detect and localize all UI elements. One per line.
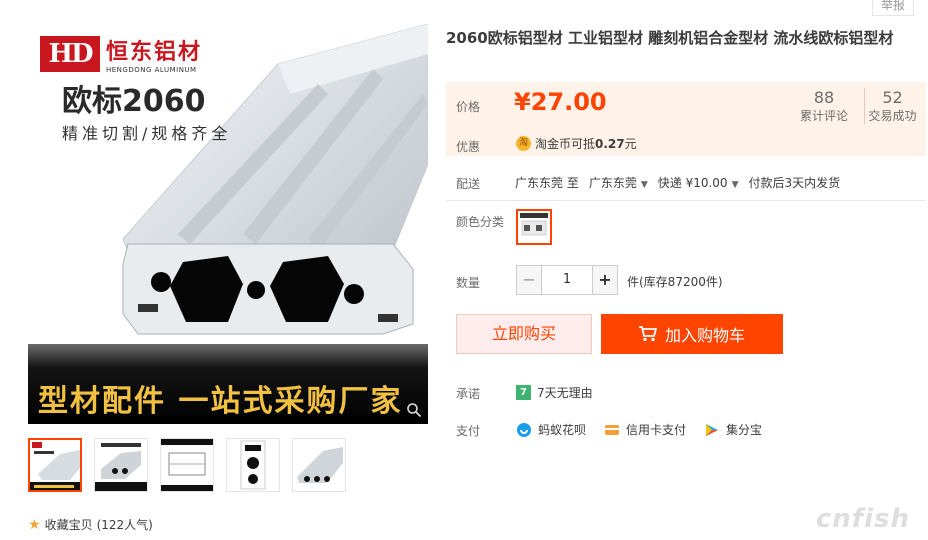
report-link[interactable]: 举报 [871, 0, 914, 16]
quantity-decrease-button[interactable]: − [516, 265, 542, 295]
thumbnail-4-image [240, 440, 266, 490]
add-to-cart-label: 加入购物车 [664, 326, 745, 345]
favorite-button[interactable]: ★ 收藏宝贝 (122人气) [28, 516, 153, 533]
review-label: 累计评论 [800, 109, 849, 123]
thumbnail-5[interactable] [292, 438, 346, 492]
price-panel: 价格 ¥27.00 88 累计评论 52 交易成功 优惠 淘 淘金币可抵0.27… [446, 82, 926, 156]
promo-info: 淘 淘金币可抵0.27元 [516, 135, 637, 152]
product-page: HD 恒东铝材 HENGDONG ALUMINUM 欧标2060 精准切割/规格… [0, 0, 928, 540]
seven-day-icon: 7 [516, 385, 531, 400]
ship-method-select[interactable]: 快递 ¥10.00 ▼ [658, 174, 739, 191]
ship-to-select[interactable]: 广东东莞 ▼ [589, 174, 648, 191]
brand-logo: HD 恒东铝材 HENGDONG ALUMINUM [40, 34, 202, 74]
site-watermark: cnfish [815, 504, 910, 534]
quantity-increase-button[interactable]: + [592, 265, 618, 295]
shipping-label: 配送 [456, 177, 481, 191]
jifenbao-icon [706, 423, 719, 436]
thumbnail-2[interactable] [94, 438, 148, 492]
color-option-image [520, 213, 548, 236]
quantity-label: 数量 [456, 276, 481, 290]
thumbnail-1-image [30, 442, 80, 490]
favorite-count: (122人气) [96, 518, 153, 532]
thumbnail-2-image [95, 443, 147, 491]
chevron-down-icon: ▼ [731, 180, 739, 190]
promise-info[interactable]: 7 7天无理由 [516, 384, 593, 401]
divider [446, 200, 926, 201]
promo-text: 淘金币可抵0.27元 [535, 137, 637, 151]
review-stat[interactable]: 88 累计评论 [800, 88, 848, 124]
promo-label: 优惠 [456, 140, 481, 154]
ship-time: 付款后3天内发货 [748, 176, 841, 190]
add-to-cart-button[interactable]: 加入购物车 [601, 314, 783, 354]
taobao-coin-icon: 淘 [516, 136, 531, 151]
promise-text: 7天无理由 [537, 386, 593, 400]
zoom-icon[interactable] [406, 402, 422, 418]
thumbnail-5-image [297, 447, 343, 483]
sales-stat: 52 交易成功 [864, 88, 920, 124]
credit-card-icon [605, 424, 620, 435]
quantity-stepper: − 1 + [516, 265, 618, 295]
brand-name-en: HENGDONG ALUMINUM [106, 66, 197, 74]
brand-logo-mark: HD [40, 36, 100, 72]
color-label: 颜色分类 [456, 215, 505, 229]
sales-label: 交易成功 [868, 109, 917, 123]
price-value: ¥27.00 [514, 88, 607, 116]
pay-huabei[interactable]: 蚂蚁花呗 [516, 421, 586, 438]
payment-methods: 蚂蚁花呗 信用卡支付 集分宝 [516, 421, 762, 438]
pay-credit-card[interactable]: 信用卡支付 [604, 421, 686, 438]
color-option-selected[interactable] [516, 209, 552, 245]
promo-banner-text: 型材配件 一站式采购厂家 [38, 384, 403, 419]
thumbnail-4[interactable] [226, 438, 280, 492]
hero-title: 欧标2060 [62, 84, 206, 119]
sales-count: 52 [882, 88, 903, 107]
thumbnail-1[interactable] [28, 438, 82, 492]
buy-now-button[interactable]: 立即购买 [456, 314, 592, 354]
quantity-input[interactable]: 1 [542, 265, 592, 295]
favorite-label: 收藏宝贝 [44, 518, 93, 532]
thumbnail-3[interactable] [160, 438, 214, 492]
star-icon: ★ [28, 516, 41, 533]
shipping-info: 广东东莞 至 广东东莞 ▼ 快递 ¥10.00 ▼ 付款后3天内发货 [515, 174, 840, 191]
thumbnail-3-image [161, 439, 213, 491]
pay-jifenbao[interactable]: 集分宝 [704, 421, 762, 438]
payment-label: 支付 [456, 424, 481, 438]
thumbnail-strip [28, 438, 346, 492]
huabei-icon [517, 422, 531, 437]
cart-icon [638, 326, 657, 342]
hero-subtitle: 精准切割/规格齐全 [62, 124, 232, 143]
promo-banner: 型材配件 一站式采购厂家 [28, 344, 428, 424]
ship-from: 广东东莞 至 [515, 176, 579, 190]
product-title: 2060欧标铝型材 工业铝型材 雕刻机铝合金型材 流水线欧标铝型材 [446, 29, 894, 47]
price-label: 价格 [456, 100, 481, 114]
chevron-down-icon: ▼ [640, 180, 648, 190]
stock-text: 件(库存87200件) [627, 275, 723, 289]
brand-name-cn: 恒东铝材 [106, 40, 203, 65]
review-count: 88 [813, 88, 835, 107]
main-product-image[interactable]: HD 恒东铝材 HENGDONG ALUMINUM 欧标2060 精准切割/规格… [28, 24, 428, 424]
promise-label: 承诺 [456, 387, 481, 401]
